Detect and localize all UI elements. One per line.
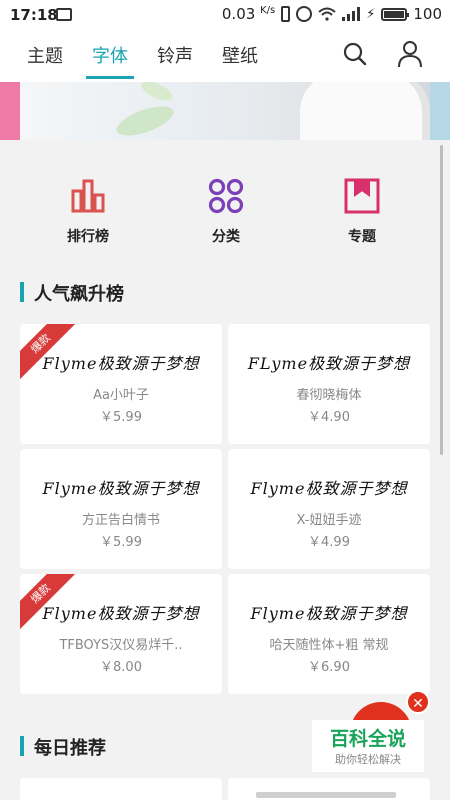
- daily-card[interactable]: [20, 778, 222, 800]
- font-sample: Flyme极致源于梦想: [42, 479, 200, 498]
- font-card[interactable]: Flyme极致源于梦想 哈天随性体+粗 常规 ￥6.90: [228, 574, 430, 694]
- font-name: 方正告白情书: [81, 513, 160, 528]
- tab-wallpapers[interactable]: 壁纸: [222, 42, 258, 68]
- banner-person-image: [300, 82, 430, 140]
- font-price: ￥5.99: [100, 535, 142, 550]
- alarm-icon: [296, 6, 313, 22]
- font-name: 春彻晓梅体: [296, 388, 362, 403]
- font-price: ￥8.00: [100, 660, 142, 675]
- banner-leaf-image: [138, 82, 176, 105]
- top-navigation: 主题 字体 铃声 壁纸: [0, 30, 450, 82]
- ad-label-box: 百科全说 助你轻松解决: [312, 720, 424, 772]
- ad-subtitle: 助你轻松解决: [335, 753, 401, 766]
- tab-themes[interactable]: 主题: [27, 42, 63, 68]
- popular-section-title: 人气飙升榜: [20, 280, 124, 306]
- loading-placeholder: [256, 792, 396, 798]
- status-time: 17:18: [10, 6, 58, 24]
- ranking-label: 排行榜: [67, 229, 109, 245]
- font-sample: FLyme极致源于梦想: [247, 354, 411, 373]
- topic-label: 专题: [348, 229, 376, 245]
- category-shortcut[interactable]: 分类: [186, 178, 266, 246]
- status-bar: 17:18 0.03 K/s ⚡ 100: [0, 0, 450, 30]
- font-name: Aa小叶子: [93, 388, 149, 403]
- image-notification-icon: [56, 8, 72, 21]
- font-price: ￥6.90: [308, 660, 350, 675]
- banner-next-edge: [430, 82, 450, 140]
- daily-section-text: 每日推荐: [34, 738, 106, 759]
- battery-percent: 100: [413, 5, 442, 23]
- tab-ringtones[interactable]: 铃声: [157, 42, 193, 68]
- battery-icon: [381, 7, 410, 21]
- vibrate-icon: [281, 6, 291, 22]
- topic-shortcut[interactable]: 专题: [322, 178, 402, 246]
- wifi-icon: [318, 7, 336, 21]
- network-speed-unit: K/s: [260, 5, 276, 16]
- charging-icon: ⚡: [366, 6, 376, 22]
- font-price: ￥4.90: [308, 410, 350, 425]
- category-label: 分类: [212, 229, 240, 245]
- network-speed-value: 0.03: [221, 5, 256, 23]
- search-icon[interactable]: [343, 42, 367, 66]
- bookmark-frame-icon: [344, 178, 380, 214]
- font-card[interactable]: Flyme极致源于梦想 X-妞妞手迹 ￥4.99: [228, 449, 430, 569]
- ad-title: 百科全说: [329, 728, 406, 750]
- promo-banner[interactable]: [0, 82, 450, 140]
- ranking-shortcut[interactable]: 排行榜: [48, 178, 128, 246]
- popular-section-text: 人气飙升榜: [34, 284, 124, 305]
- font-name: TFBOYS汉仪易烊千..: [59, 638, 183, 653]
- active-tab-indicator: [86, 76, 134, 79]
- font-card[interactable]: 爆款 Flyme极致源于梦想 Aa小叶子 ￥5.99: [20, 324, 222, 444]
- banner-leaf-image: [113, 100, 177, 140]
- signal-icon: [342, 7, 361, 21]
- font-card[interactable]: FLyme极致源于梦想 春彻晓梅体 ￥4.90: [228, 324, 430, 444]
- banner-prev-edge: [0, 82, 20, 140]
- close-icon[interactable]: ✕: [406, 690, 430, 714]
- font-card[interactable]: Flyme极致源于梦想 方正告白情书 ￥5.99: [20, 449, 222, 569]
- bar-chart-icon: [71, 179, 105, 213]
- font-sample: Flyme极致源于梦想: [42, 604, 200, 623]
- status-right: 0.03 K/s ⚡ 100: [222, 5, 442, 23]
- font-card[interactable]: 爆款 Flyme极致源于梦想 TFBOYS汉仪易烊千.. ￥8.00: [20, 574, 222, 694]
- scrollbar[interactable]: [440, 145, 443, 455]
- font-sample: Flyme极致源于梦想: [250, 604, 408, 623]
- daily-card[interactable]: [228, 778, 430, 800]
- tab-fonts[interactable]: 字体: [92, 42, 128, 68]
- network-speed: 0.03 K/s: [222, 5, 275, 23]
- font-price: ￥5.99: [100, 410, 142, 425]
- user-icon[interactable]: [398, 40, 422, 68]
- baike-floating-ad[interactable]: 百科全说 助你轻松解决 ✕: [312, 690, 430, 778]
- daily-section-title: 每日推荐: [20, 734, 106, 760]
- font-sample: Flyme极致源于梦想: [42, 354, 200, 373]
- category-shortcuts: 排行榜 分类 专题: [0, 140, 440, 260]
- grid-circles-icon: [208, 178, 244, 214]
- font-name: 哈天随性体+粗 常规: [269, 638, 389, 653]
- font-sample: Flyme极致源于梦想: [250, 479, 408, 498]
- font-price: ￥4.99: [308, 535, 350, 550]
- font-name: X-妞妞手迹: [296, 513, 362, 528]
